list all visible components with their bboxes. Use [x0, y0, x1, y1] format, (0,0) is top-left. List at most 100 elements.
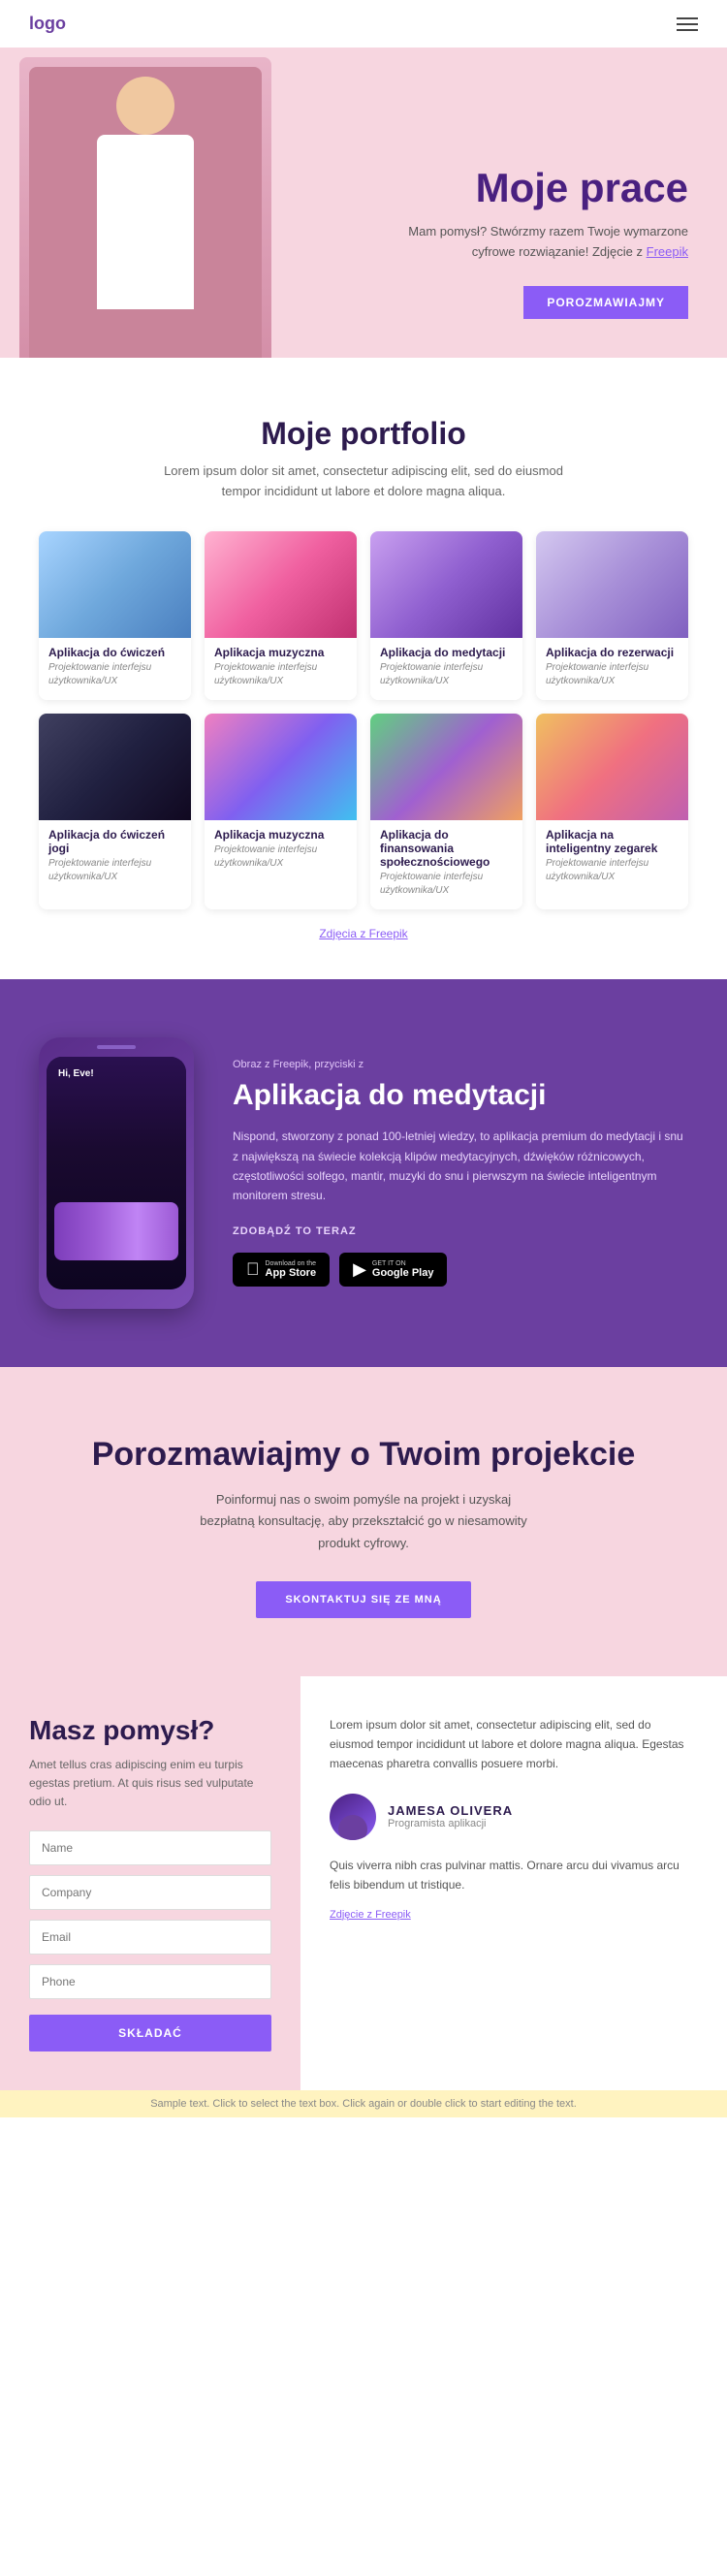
- form-title: Masz pomysł?: [29, 1715, 271, 1746]
- portfolio-item-sub: Projektowanie interfejsu użytkownika/UX: [214, 843, 347, 871]
- portfolio-item[interactable]: Aplikacja do ćwiczeń jogi Projektowanie …: [39, 714, 191, 909]
- meditation-text: Obraz z Freepik, przyciski z Aplikacja d…: [233, 1059, 688, 1287]
- portfolio-item-sub: Projektowanie interfejsu użytkownika/UX: [48, 857, 181, 884]
- portfolio-item[interactable]: Aplikacja muzyczna Projektowanie interfe…: [205, 714, 357, 909]
- store-badges:  Download on the App Store ▶ GET IT ON …: [233, 1253, 688, 1287]
- portfolio-item-info: Aplikacja muzyczna Projektowanie interfe…: [205, 820, 357, 882]
- author-name: JAMESA OLIVERA: [388, 1803, 513, 1818]
- contact-title: Porozmawiajmy o Twoim projekcie: [39, 1435, 688, 1475]
- portfolio-item-sub: Projektowanie interfejsu użytkownika/UX: [48, 661, 181, 688]
- contact-section: Porozmawiajmy o Twoim projekcie Poinform…: [0, 1367, 727, 1676]
- portfolio-item[interactable]: Aplikacja muzyczna Projektowanie interfe…: [205, 531, 357, 700]
- testimonial-section: Lorem ipsum dolor sit amet, consectetur …: [300, 1676, 727, 2091]
- meditation-cta: ZDOBĄDŹ TO TERAZ: [233, 1225, 688, 1237]
- meditation-phone: [39, 1037, 194, 1309]
- portfolio-item-info: Aplikacja do ćwiczeń jogi Projektowanie …: [39, 820, 191, 896]
- form-section: Masz pomysł? Amet tellus cras adipiscing…: [0, 1676, 300, 2091]
- portfolio-item-info: Aplikacja do ćwiczeń Projektowanie inter…: [39, 638, 191, 700]
- contact-button[interactable]: SKONTAKTUJ SIĘ ZE MNĄ: [256, 1581, 470, 1618]
- form-group: [29, 1830, 271, 1865]
- portfolio-item-sub: Projektowanie interfejsu użytkownika/UX: [380, 871, 513, 898]
- portfolio-thumb: [205, 531, 357, 638]
- portfolio-thumb: [370, 714, 522, 820]
- form-group: [29, 1964, 271, 1999]
- hero-cta-button[interactable]: POROZMAWIAJMY: [523, 286, 688, 319]
- portfolio-item-info: Aplikacja do medytacji Projektowanie int…: [370, 638, 522, 700]
- portfolio-freepik-link[interactable]: Zdjęcia z Freepik: [39, 927, 688, 940]
- portfolio-item-sub: Projektowanie interfejsu użytkownika/UX: [214, 661, 347, 688]
- hero-image: [19, 57, 271, 358]
- portfolio-item-sub: Projektowanie interfejsu użytkownika/UX: [380, 661, 513, 688]
- portfolio-thumb: [205, 714, 357, 820]
- portfolio-item-info: Aplikacja do finansowania społecznościow…: [370, 820, 522, 909]
- bottom-section: Masz pomysł? Amet tellus cras adipiscing…: [0, 1676, 727, 2091]
- portfolio-item-title: Aplikacja na inteligentny zegarek: [546, 828, 679, 855]
- portfolio-section: Moje portfolio Lorem ipsum dolor sit ame…: [0, 358, 727, 979]
- portfolio-item-info: Aplikacja na inteligentny zegarek Projek…: [536, 820, 688, 896]
- portfolio-item-title: Aplikacja do medytacji: [380, 646, 513, 659]
- header: logo: [0, 0, 727, 48]
- portfolio-item[interactable]: Aplikacja na inteligentny zegarek Projek…: [536, 714, 688, 909]
- google-play-text: GET IT ON Google Play: [372, 1260, 434, 1279]
- app-store-text: Download on the App Store: [266, 1260, 317, 1279]
- google-play-badge[interactable]: ▶ GET IT ON Google Play: [339, 1253, 447, 1287]
- portfolio-item[interactable]: Aplikacja do rezerwacji Projektowanie in…: [536, 531, 688, 700]
- form-submit-button[interactable]: SKŁADAĆ: [29, 2015, 271, 2051]
- portfolio-thumb: [370, 531, 522, 638]
- form-group: [29, 1875, 271, 1910]
- logo: logo: [29, 14, 66, 34]
- freepik-link[interactable]: Freepik: [647, 244, 688, 259]
- portfolio-item-info: Aplikacja do rezerwacji Projektowanie in…: [536, 638, 688, 700]
- contact-subtitle: Poinformuj nas o swoim pomyśle na projek…: [199, 1489, 528, 1553]
- portfolio-subtitle: Lorem ipsum dolor sit amet, consectetur …: [160, 461, 567, 502]
- testimonial-author: JAMESA OLIVERA Programista aplikacji: [330, 1794, 698, 1840]
- phone-screen: [47, 1057, 186, 1289]
- author-avatar: [330, 1794, 376, 1840]
- hero-text: Moje prace Mam pomysł? Stwórzmy razem Tw…: [378, 166, 688, 319]
- meditation-section: Obraz z Freepik, przyciski z Aplikacja d…: [0, 979, 727, 1367]
- portfolio-item-title: Aplikacja do ćwiczeń: [48, 646, 181, 659]
- author-info: JAMESA OLIVERA Programista aplikacji: [388, 1803, 513, 1829]
- hero-section: Moje prace Mam pomysł? Stwórzmy razem Tw…: [0, 48, 727, 358]
- portfolio-item[interactable]: Aplikacja do medytacji Projektowanie int…: [370, 531, 522, 700]
- form-group: [29, 1920, 271, 1955]
- portfolio-grid: Aplikacja do ćwiczeń Projektowanie inter…: [39, 531, 688, 909]
- portfolio-item[interactable]: Aplikacja do finansowania społecznościow…: [370, 714, 522, 909]
- form-fields: [29, 1830, 271, 1999]
- hero-title: Moje prace: [378, 166, 688, 210]
- portfolio-title: Moje portfolio: [39, 416, 688, 452]
- portfolio-item-title: Aplikacja muzyczna: [214, 828, 347, 842]
- sample-text: Sample text. Click to select the text bo…: [150, 2098, 577, 2110]
- play-icon: ▶: [353, 1259, 366, 1280]
- form-input-company[interactable]: [29, 1875, 271, 1910]
- form-input-email[interactable]: [29, 1920, 271, 1955]
- form-desc: Amet tellus cras adipiscing enim eu turp…: [29, 1756, 271, 1812]
- portfolio-item-info: Aplikacja muzyczna Projektowanie interfe…: [205, 638, 357, 700]
- testimonial-quote: Quis viverra nibh cras pulvinar mattis. …: [330, 1856, 698, 1895]
- portfolio-thumb: [39, 714, 191, 820]
- app-store-badge[interactable]:  Download on the App Store: [233, 1253, 330, 1287]
- hero-person: [29, 67, 262, 358]
- portfolio-thumb: [536, 531, 688, 638]
- sample-bar: Sample text. Click to select the text bo…: [0, 2090, 727, 2117]
- hero-subtitle: Mam pomysł? Stwórzmy razem Twoje wymarzo…: [378, 222, 688, 263]
- screen-content: [47, 1057, 186, 1289]
- apple-icon: : [246, 1259, 260, 1280]
- portfolio-thumb: [39, 531, 191, 638]
- portfolio-item[interactable]: Aplikacja do ćwiczeń Projektowanie inter…: [39, 531, 191, 700]
- portfolio-item-title: Aplikacja muzyczna: [214, 646, 347, 659]
- portfolio-thumb: [536, 714, 688, 820]
- portfolio-item-sub: Projektowanie interfejsu użytkownika/UX: [546, 661, 679, 688]
- meditation-title: Aplikacja do medytacji: [233, 1078, 688, 1113]
- meditation-desc: Nispond, stworzony z ponad 100-letniej w…: [233, 1127, 688, 1206]
- testimonial-main-text: Lorem ipsum dolor sit amet, consectetur …: [330, 1715, 698, 1774]
- form-input-phone[interactable]: [29, 1964, 271, 1999]
- portfolio-item-title: Aplikacja do ćwiczeń jogi: [48, 828, 181, 855]
- author-role: Programista aplikacji: [388, 1818, 513, 1829]
- hamburger-menu[interactable]: [677, 17, 698, 31]
- meditation-tag: Obraz z Freepik, przyciski z: [233, 1059, 688, 1070]
- testimonial-freepik-link[interactable]: Zdjęcie z Freepik: [330, 1909, 411, 1921]
- portfolio-item-title: Aplikacja do finansowania społecznościow…: [380, 828, 513, 869]
- form-input-name[interactable]: [29, 1830, 271, 1865]
- portfolio-item-sub: Projektowanie interfejsu użytkownika/UX: [546, 857, 679, 884]
